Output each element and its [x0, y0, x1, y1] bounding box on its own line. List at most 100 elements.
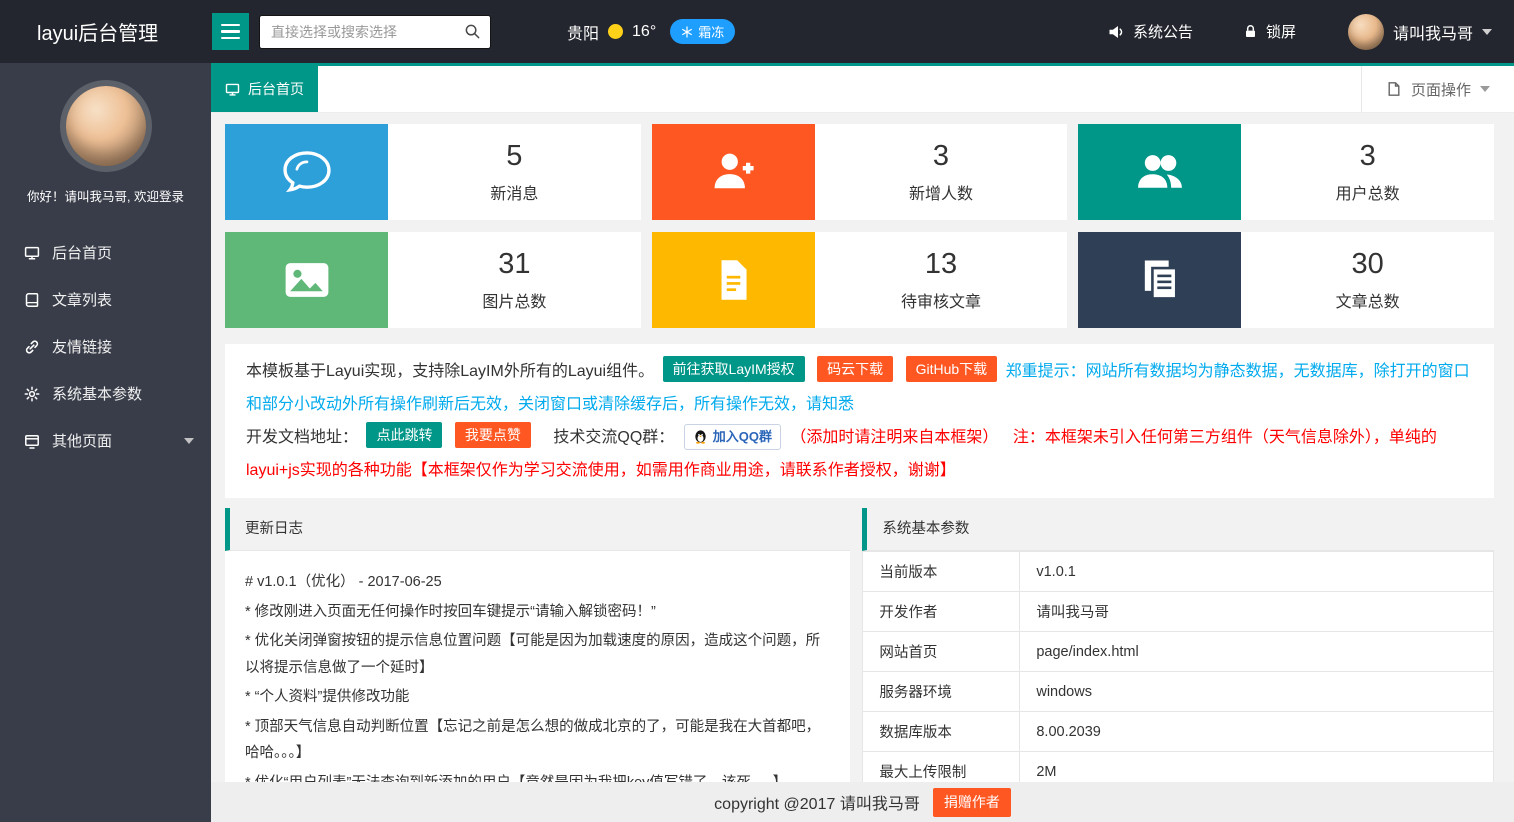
notice-panel: 本模板基于Layui实现，支持除LayIM外所有的Layui组件。 前往获取La… [225, 344, 1494, 498]
tab-label: 后台首页 [248, 79, 304, 99]
donate-button[interactable]: 捐赠作者 [933, 788, 1011, 817]
stat-label: 文章总数 [1336, 288, 1400, 312]
stat-card-new-messages: 5 新消息 [225, 124, 641, 220]
gitee-download-button[interactable]: 码云下载 [817, 356, 893, 382]
sidebar-menu: 后台首页 文章列表 友情链接 系统基本参数 [0, 229, 211, 464]
bottom-panels: 更新日志 # v1.0.1（优化） - 2017-06-25 * 修改刚进入页面… [225, 508, 1494, 782]
table-row: 当前版本 v1.0.1 [863, 552, 1494, 592]
stat-label: 图片总数 [482, 288, 546, 312]
layim-auth-button[interactable]: 前往获取LayIM授权 [663, 356, 805, 382]
stat-label: 新消息 [490, 180, 538, 204]
tab-home[interactable]: 后台首页 [211, 66, 318, 112]
sidebar-item-other-pages[interactable]: 其他页面 [0, 417, 211, 464]
search-input[interactable] [269, 23, 464, 41]
changelog-title: 更新日志 [225, 508, 850, 551]
header-right: 系统公告 锁屏 请叫我马哥 [1107, 14, 1514, 50]
chevron-down-icon [1482, 29, 1492, 35]
users-icon [1078, 124, 1241, 220]
like-button[interactable]: 我要点赞 [455, 422, 531, 448]
sidebar: 你好！请叫我马哥, 欢迎登录 后台首页 文章列表 友情链接 [0, 63, 211, 822]
sidebar-item-label: 其他页面 [52, 430, 112, 451]
join-qq-group-button[interactable]: 加入QQ群 [684, 424, 781, 450]
settings-icon [23, 386, 41, 402]
weather-temp: 16° [632, 23, 656, 41]
stat-card-total-images: 31 图片总数 [225, 232, 641, 328]
lock-icon [1243, 24, 1258, 39]
system-params-panel: 系统基本参数 当前版本 v1.0.1 开发作者 请叫我马哥 [862, 508, 1494, 782]
main-content: 5 新消息 3 新增人数 [211, 113, 1514, 782]
stats-grid: 5 新消息 3 新增人数 [225, 124, 1494, 328]
lock-screen-button[interactable]: 锁屏 [1243, 21, 1296, 42]
top-header: layui后台管理 贵阳 16° 霜冻 [0, 0, 1514, 63]
chat-icon [225, 124, 388, 220]
sidebar-item-label: 后台首页 [52, 242, 112, 263]
table-row: 服务器环境 windows [863, 672, 1494, 712]
qq-note-text: （添加时请注明来自本框架） [790, 429, 998, 446]
user-avatar[interactable] [1348, 14, 1384, 50]
qq-group-label: 技术交流QQ群： [553, 429, 674, 446]
stat-card-total-articles: 30 文章总数 [1078, 232, 1494, 328]
stat-value: 13 [925, 248, 957, 281]
lock-screen-label: 锁屏 [1266, 21, 1296, 42]
system-announcement-label: 系统公告 [1133, 21, 1193, 42]
param-value: page/index.html [1020, 632, 1494, 672]
sidebar-item-label: 友情链接 [52, 336, 112, 357]
sidebar-item-system-params[interactable]: 系统基本参数 [0, 370, 211, 417]
image-icon [225, 232, 388, 328]
sidebar-item-home[interactable]: 后台首页 [0, 229, 211, 276]
sidebar-item-links[interactable]: 友情链接 [0, 323, 211, 370]
table-row: 网站首页 page/index.html [863, 632, 1494, 672]
changelog-line: * 优化“用户列表”无法查询到新添加的用户【竟然是因为我把key值写错了，该死。… [245, 770, 830, 783]
footer: copyright @2017 请叫我马哥 捐赠作者 [211, 782, 1514, 822]
docs-jump-button[interactable]: 点此跳转 [366, 422, 442, 448]
monitor-icon [225, 82, 240, 97]
github-download-button[interactable]: GitHub下载 [906, 356, 998, 382]
penguin-icon [693, 429, 708, 444]
param-label: 服务器环境 [863, 672, 1020, 712]
changelog-line: * 优化关闭弹窗按钮的提示信息位置问题【可能是因为加载速度的原因，造成这个问题，… [245, 628, 830, 681]
monitor-icon [23, 245, 41, 261]
system-announcement-button[interactable]: 系统公告 [1107, 21, 1193, 42]
documents-icon [1078, 232, 1241, 328]
search-icon[interactable] [464, 23, 481, 40]
changelog-line: * 修改刚进入页面无任何操作时按回车键提示“请输入解锁密码！” [245, 599, 830, 626]
sidebar-toggle-button[interactable] [212, 13, 249, 50]
param-label: 数据库版本 [863, 712, 1020, 752]
weather-widget: 贵阳 16° 霜冻 [567, 19, 735, 44]
changelog-line: * 顶部天气信息自动判断位置【忘记之前是怎么想的做成北京的了，可能是我在大首都吧… [245, 714, 830, 767]
weather-condition-badge: 霜冻 [670, 19, 735, 44]
username: 请叫我马哥 [1393, 20, 1473, 44]
user-menu[interactable]: 请叫我马哥 [1348, 14, 1492, 50]
page-actions-dropdown[interactable]: 页面操作 [1361, 66, 1514, 112]
chevron-down-icon [184, 438, 194, 444]
copyright-text: copyright @2017 请叫我马哥 [714, 790, 920, 814]
stat-label: 新增人数 [909, 180, 973, 204]
chevron-down-icon [1480, 86, 1490, 92]
table-row: 最大上传限制 2M [863, 752, 1494, 783]
layui-admin-app: layui后台管理 贵阳 16° 霜冻 [0, 0, 1514, 822]
stat-label: 用户总数 [1336, 180, 1400, 204]
param-value: 请叫我马哥 [1020, 592, 1494, 632]
param-value: 2M [1020, 752, 1494, 783]
table-row: 数据库版本 8.00.2039 [863, 712, 1494, 752]
pages-icon [23, 433, 41, 449]
user-add-icon [652, 124, 815, 220]
search-box [259, 15, 491, 49]
sidebar-item-label: 文章列表 [52, 289, 112, 310]
param-value: 8.00.2039 [1020, 712, 1494, 752]
param-value: windows [1020, 672, 1494, 712]
stat-value: 31 [498, 248, 530, 281]
sidebar-item-label: 系统基本参数 [52, 383, 142, 404]
welcome-text: 你好！请叫我马哥, 欢迎登录 [0, 186, 211, 205]
stat-card-pending-articles: 13 待审核文章 [652, 232, 1068, 328]
link-icon [23, 339, 41, 355]
stat-value: 5 [506, 140, 522, 173]
param-value: v1.0.1 [1020, 552, 1494, 592]
param-label: 当前版本 [863, 552, 1020, 592]
changelog-panel: 更新日志 # v1.0.1（优化） - 2017-06-25 * 修改刚进入页面… [225, 508, 850, 782]
sidebar-item-articles[interactable]: 文章列表 [0, 276, 211, 323]
weather-condition-label: 霜冻 [698, 22, 724, 41]
changelog-line: # v1.0.1（优化） - 2017-06-25 [245, 569, 830, 596]
profile-avatar[interactable] [66, 86, 146, 166]
stat-value: 3 [933, 140, 949, 173]
